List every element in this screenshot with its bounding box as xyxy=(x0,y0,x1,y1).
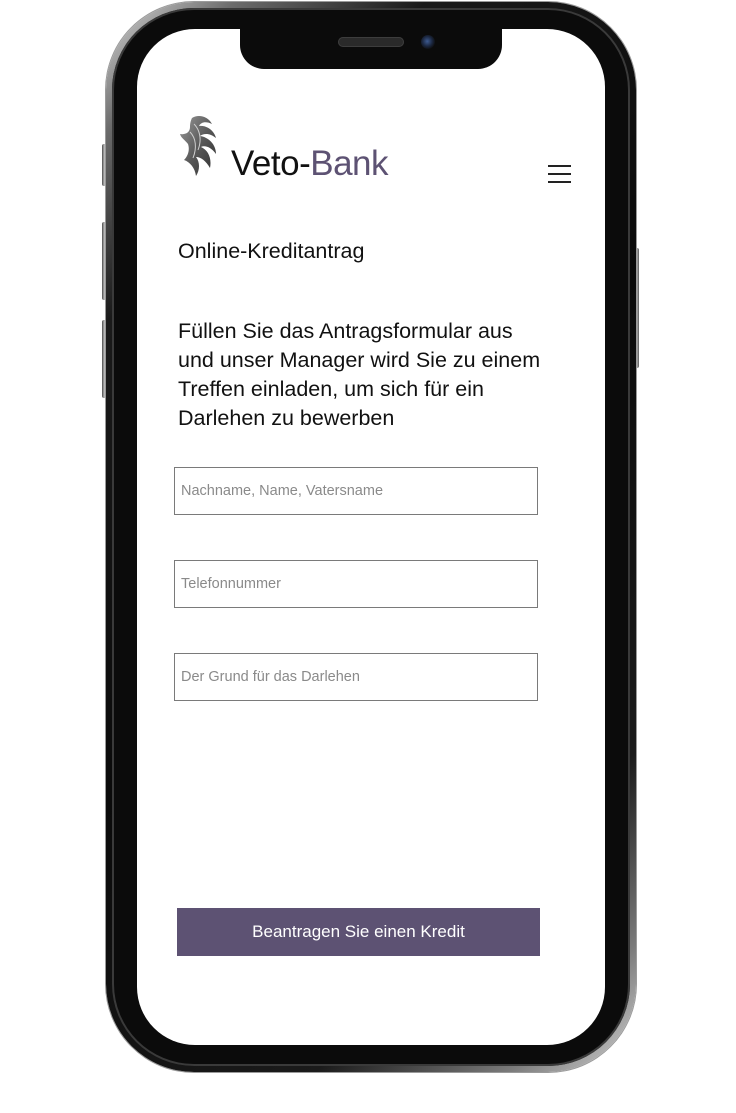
full-name-field[interactable] xyxy=(174,467,538,515)
brand-suffix: Bank xyxy=(310,144,389,183)
page-title: Online-Kreditantrag xyxy=(178,239,365,263)
speaker-grille xyxy=(338,37,404,47)
phone-number-field[interactable] xyxy=(174,560,538,608)
intro-text: Füllen Sie das Antragsformular aus und u… xyxy=(178,319,541,430)
brand-prefix: Veto- xyxy=(231,144,311,183)
menu-line xyxy=(548,165,571,167)
apply-for-loan-button[interactable]: Beantragen Sie einen Kredit xyxy=(177,908,540,956)
phoenix-wing-icon xyxy=(180,116,216,176)
menu-line xyxy=(548,181,571,183)
brand-name: Veto-Bank xyxy=(231,142,389,186)
menu-line xyxy=(548,173,571,175)
phone-mockup: Veto-Bank Online-Kreditantrag Füllen Sie… xyxy=(0,0,736,1113)
hamburger-menu-icon[interactable] xyxy=(544,160,574,188)
front-camera-icon xyxy=(421,35,435,49)
loan-reason-field[interactable] xyxy=(174,653,538,701)
